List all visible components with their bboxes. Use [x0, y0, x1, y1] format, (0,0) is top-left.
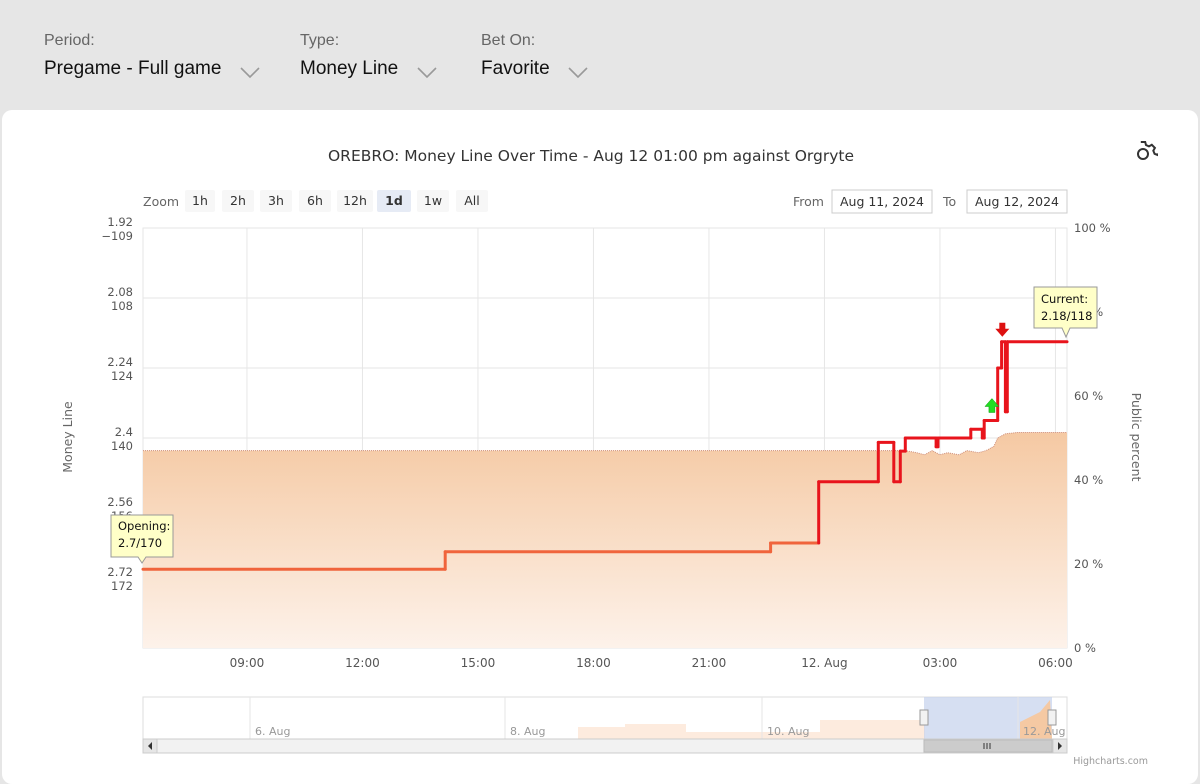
- to-label: To: [942, 194, 956, 209]
- zoom-button-label: 3h: [268, 193, 284, 208]
- navigator-label: 12. Aug: [1023, 725, 1065, 738]
- y-right-tick-label: 100 %: [1074, 221, 1111, 235]
- to-date-value: Aug 12, 2024: [975, 194, 1059, 209]
- zoom-button-label: 12h: [343, 193, 367, 208]
- x-tick-label: 09:00: [230, 656, 265, 670]
- current-tooltip: Current: 2.18/118: [1033, 286, 1098, 339]
- chart-title: OREBRO: Money Line Over Time - Aug 12 01…: [328, 147, 854, 165]
- y-tick-decimal: 2.72: [107, 565, 133, 579]
- x-tick-label: 21:00: [692, 656, 727, 670]
- credits[interactable]: Highcharts.com: [1073, 756, 1148, 767]
- red-down-arrow-icon: [995, 322, 1010, 337]
- y-tick-american: 140: [111, 439, 133, 453]
- y-tick-decimal: 2.24: [107, 355, 133, 369]
- y-axis-right-title: Public percent: [1129, 393, 1144, 482]
- zoom-button-label: 2h: [230, 193, 246, 208]
- x-tick-label: 03:00: [923, 656, 958, 670]
- navigator-label: 8. Aug: [510, 725, 545, 738]
- x-tick-label: 15:00: [461, 656, 496, 670]
- y-right-tick-label: 60 %: [1074, 389, 1103, 403]
- y-tick-american: 108: [111, 299, 133, 313]
- scroll-thumb[interactable]: [923, 739, 1053, 753]
- current-title: Current:: [1041, 292, 1088, 306]
- opening-title: Opening:: [118, 519, 170, 533]
- navigator-label: 6. Aug: [255, 725, 290, 738]
- zoom-button-label: 6h: [307, 193, 323, 208]
- from-label: From: [793, 194, 824, 209]
- navigator-label: 10. Aug: [767, 725, 809, 738]
- zoom-label: Zoom: [143, 194, 179, 209]
- y-tick-american: 172: [111, 579, 133, 593]
- navigator[interactable]: 6. Aug 8. Aug 10. Aug 12. Aug: [142, 696, 1068, 740]
- zoom-button-label: 1d: [385, 193, 403, 208]
- zoom-button-label: 1w: [424, 193, 442, 208]
- opening-value: 2.7/170: [118, 536, 162, 550]
- x-tick-label: 18:00: [576, 656, 611, 670]
- y-tick-american: −109: [101, 229, 133, 243]
- y-tick-decimal: 2.4: [115, 425, 133, 439]
- x-tick-label: 12. Aug: [801, 656, 847, 670]
- zoom-button-label: 1h: [192, 193, 208, 208]
- public-percent-area: [143, 432, 1067, 648]
- opening-tooltip: Opening: 2.7/170: [110, 514, 174, 564]
- zoom-button-label: All: [464, 193, 480, 208]
- y-right-tick-label: 40 %: [1074, 473, 1103, 487]
- y-tick-american: 124: [111, 369, 133, 383]
- money-line-chart: OREBRO: Money Line Over Time - Aug 12 01…: [60, 141, 1158, 767]
- navigator-handle-left[interactable]: [919, 709, 929, 726]
- navigator-handle-right[interactable]: [1047, 709, 1057, 726]
- scrollbar[interactable]: [142, 738, 1068, 754]
- y-tick-decimal: 1.92: [107, 215, 133, 229]
- y-tick-decimal: 2.08: [107, 285, 133, 299]
- y-right-tick-label: 0 %: [1074, 641, 1096, 655]
- y-axis-title: Money Line: [60, 401, 75, 473]
- current-value: 2.18/118: [1041, 309, 1092, 323]
- y-tick-decimal: 2.56: [107, 495, 133, 509]
- from-date-value: Aug 11, 2024: [840, 194, 924, 209]
- x-tick-label: 06:00: [1038, 656, 1073, 670]
- x-tick-label: 12:00: [345, 656, 380, 670]
- gear-icon[interactable]: [1137, 141, 1158, 160]
- y-right-tick-label: 20 %: [1074, 557, 1103, 571]
